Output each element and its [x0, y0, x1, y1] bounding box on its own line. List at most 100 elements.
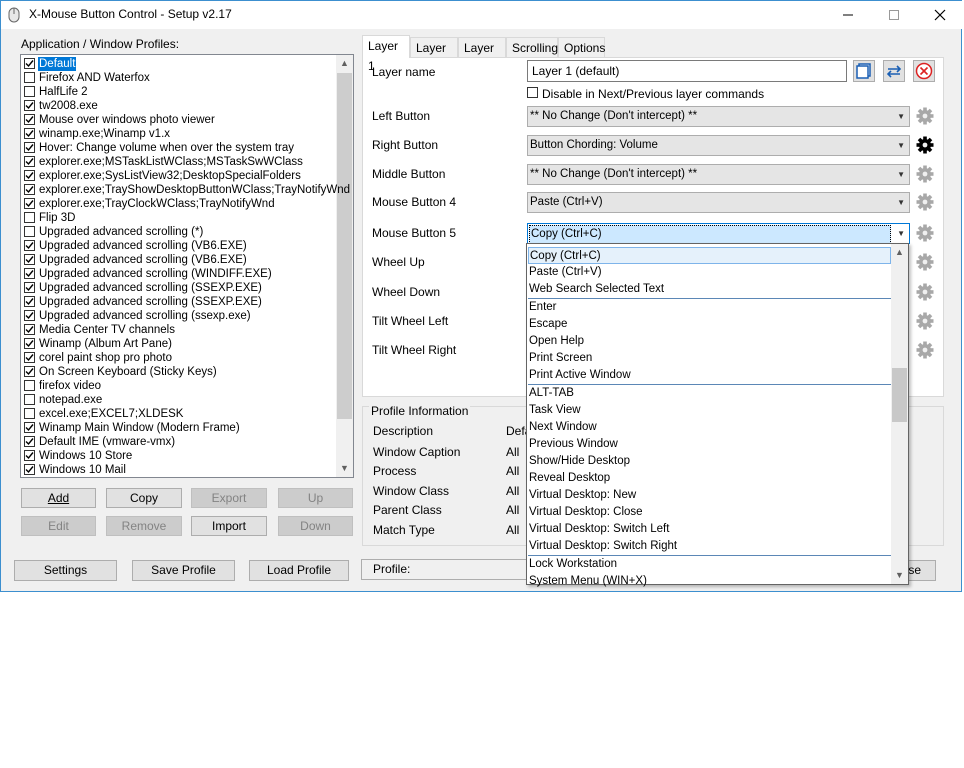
- profile-enabled-checkbox[interactable]: [24, 254, 35, 265]
- dropdown-option[interactable]: Previous Window: [528, 436, 891, 453]
- button-action-combo[interactable]: Paste (Ctrl+V) ▼: [527, 192, 910, 213]
- dropdown-option[interactable]: Lock Workstation: [528, 556, 891, 573]
- gear-icon[interactable]: [913, 281, 937, 303]
- profile-enabled-checkbox[interactable]: [24, 408, 35, 419]
- copy-layer-button[interactable]: [853, 60, 875, 82]
- profile-enabled-checkbox[interactable]: [24, 268, 35, 279]
- layer-name-input[interactable]: Layer 1 (default): [527, 60, 847, 82]
- profile-enabled-checkbox[interactable]: [24, 114, 35, 125]
- profiles-scrollbar[interactable]: ▲ ▼: [336, 55, 353, 477]
- dropdown-option[interactable]: Virtual Desktop: Switch Left: [528, 521, 891, 538]
- close-button[interactable]: [917, 1, 963, 29]
- copy-profile-button[interactable]: Copy: [106, 488, 182, 508]
- tab-scrolling[interactable]: Scrolling: [506, 37, 558, 57]
- dropdown-scroll-up-icon[interactable]: ▲: [891, 244, 908, 261]
- profile-enabled-checkbox[interactable]: [24, 422, 35, 433]
- load-profile-button[interactable]: Load Profile: [249, 560, 349, 581]
- maximize-button[interactable]: [871, 1, 917, 29]
- import-profile-button[interactable]: Import: [191, 516, 267, 536]
- profile-enabled-checkbox[interactable]: [24, 366, 35, 377]
- dropdown-scroll-thumb[interactable]: [892, 368, 907, 422]
- profile-enabled-checkbox[interactable]: [24, 58, 35, 69]
- tab-options[interactable]: Options: [558, 37, 605, 57]
- down-profile-button[interactable]: Down: [278, 516, 353, 536]
- title-bar[interactable]: X-Mouse Button Control - Setup v2.17: [1, 1, 963, 29]
- dropdown-option[interactable]: Print Screen: [528, 350, 891, 367]
- dropdown-option[interactable]: Virtual Desktop: Close: [528, 504, 891, 521]
- clear-layer-button[interactable]: [913, 60, 935, 82]
- profile-enabled-checkbox[interactable]: [24, 128, 35, 139]
- profile-enabled-checkbox[interactable]: [24, 352, 35, 363]
- swap-layer-button[interactable]: [883, 60, 905, 82]
- profile-enabled-checkbox[interactable]: [24, 72, 35, 83]
- add-profile-button[interactable]: Add: [21, 488, 96, 508]
- profile-enabled-checkbox[interactable]: [24, 296, 35, 307]
- dropdown-option[interactable]: Virtual Desktop: New: [528, 487, 891, 504]
- profiles-scroll-thumb[interactable]: [337, 73, 352, 419]
- dropdown-option[interactable]: Next Window: [528, 419, 891, 436]
- export-profile-button[interactable]: Export: [191, 488, 267, 508]
- gear-icon[interactable]: [913, 222, 937, 244]
- profile-enabled-checkbox[interactable]: [24, 394, 35, 405]
- profiles-list[interactable]: ▲ ▼ Default Firefox AND Waterfox HalfLife …: [20, 54, 354, 478]
- profile-enabled-checkbox[interactable]: [24, 184, 35, 195]
- gear-icon[interactable]: [913, 191, 937, 213]
- profile-enabled-checkbox[interactable]: [24, 170, 35, 181]
- profile-enabled-checkbox[interactable]: [24, 198, 35, 209]
- profile-enabled-checkbox[interactable]: [24, 226, 35, 237]
- dropdown-scroll-down-icon[interactable]: ▼: [891, 567, 908, 584]
- dropdown-option[interactable]: Web Search Selected Text: [528, 281, 891, 298]
- profile-enabled-checkbox[interactable]: [24, 86, 35, 97]
- profile-enabled-checkbox[interactable]: [24, 380, 35, 391]
- dropdown-option[interactable]: Copy (Ctrl+C): [528, 247, 891, 264]
- dropdown-option[interactable]: Paste (Ctrl+V): [528, 264, 891, 281]
- button-action-combo[interactable]: ** No Change (Don't intercept) ** ▼: [527, 164, 910, 185]
- button-action-combo[interactable]: Copy (Ctrl+C) ▼: [527, 223, 910, 244]
- profile-enabled-checkbox[interactable]: [24, 310, 35, 321]
- profile-enabled-checkbox[interactable]: [24, 464, 35, 475]
- save-profile-button[interactable]: Save Profile: [132, 560, 235, 581]
- gear-icon[interactable]: [913, 310, 937, 332]
- tab-layer-3[interactable]: Layer 3: [458, 37, 506, 75]
- scroll-down-arrow-icon[interactable]: ▼: [336, 460, 353, 477]
- dropdown-option[interactable]: Task View: [528, 402, 891, 419]
- up-profile-button[interactable]: Up: [278, 488, 353, 508]
- edit-profile-button[interactable]: Edit: [21, 516, 96, 536]
- button-action-combo[interactable]: ** No Change (Don't intercept) ** ▼: [527, 106, 910, 127]
- dropdown-option[interactable]: Escape: [528, 316, 891, 333]
- gear-icon[interactable]: [913, 163, 937, 185]
- gear-icon[interactable]: [913, 105, 937, 127]
- dropdown-option[interactable]: Enter: [528, 299, 891, 316]
- dropdown-option[interactable]: Virtual Desktop: Switch Right: [528, 538, 891, 555]
- profile-enabled-checkbox[interactable]: [24, 450, 35, 461]
- remove-profile-button[interactable]: Remove: [106, 516, 182, 536]
- button-action-combo[interactable]: Button Chording: Volume ▼: [527, 135, 910, 156]
- profile-enabled-checkbox[interactable]: [24, 338, 35, 349]
- minimize-button[interactable]: [825, 1, 871, 29]
- mouse-button-5-dropdown-list[interactable]: ▲ ▼ Copy (Ctrl+C) Paste (Ctrl+V) Web Searc…: [526, 243, 909, 587]
- profile-enabled-checkbox[interactable]: [24, 324, 35, 335]
- settings-button[interactable]: Settings: [14, 560, 117, 581]
- dropdown-option[interactable]: System Menu (WIN+X): [528, 573, 891, 590]
- profile-enabled-checkbox[interactable]: [24, 100, 35, 111]
- dropdown-option[interactable]: Open Help: [528, 333, 891, 350]
- dropdown-option[interactable]: Reveal Desktop: [528, 470, 891, 487]
- profile-enabled-checkbox[interactable]: [24, 436, 35, 447]
- dropdown-option[interactable]: ALT-TAB: [528, 385, 891, 402]
- dropdown-option[interactable]: Print Active Window: [528, 367, 891, 384]
- gear-icon[interactable]: [913, 251, 937, 273]
- disable-layer-checkbox[interactable]: [527, 87, 538, 98]
- profile-enabled-checkbox[interactable]: [24, 212, 35, 223]
- profile-enabled-checkbox[interactable]: [24, 282, 35, 293]
- tab-layer-1[interactable]: Layer 1: [362, 35, 410, 73]
- profile-enabled-checkbox[interactable]: [24, 142, 35, 153]
- tab-layer-2[interactable]: Layer 2: [410, 37, 458, 75]
- gear-icon[interactable]: [913, 134, 937, 156]
- profile-enabled-checkbox[interactable]: [24, 156, 35, 167]
- dropdown-scrollbar[interactable]: ▲ ▼: [891, 244, 908, 584]
- profile-info-key: Match Type: [373, 523, 435, 537]
- gear-icon[interactable]: [913, 339, 937, 361]
- dropdown-option[interactable]: Show/Hide Desktop: [528, 453, 891, 470]
- profile-enabled-checkbox[interactable]: [24, 240, 35, 251]
- scroll-up-arrow-icon[interactable]: ▲: [336, 55, 353, 72]
